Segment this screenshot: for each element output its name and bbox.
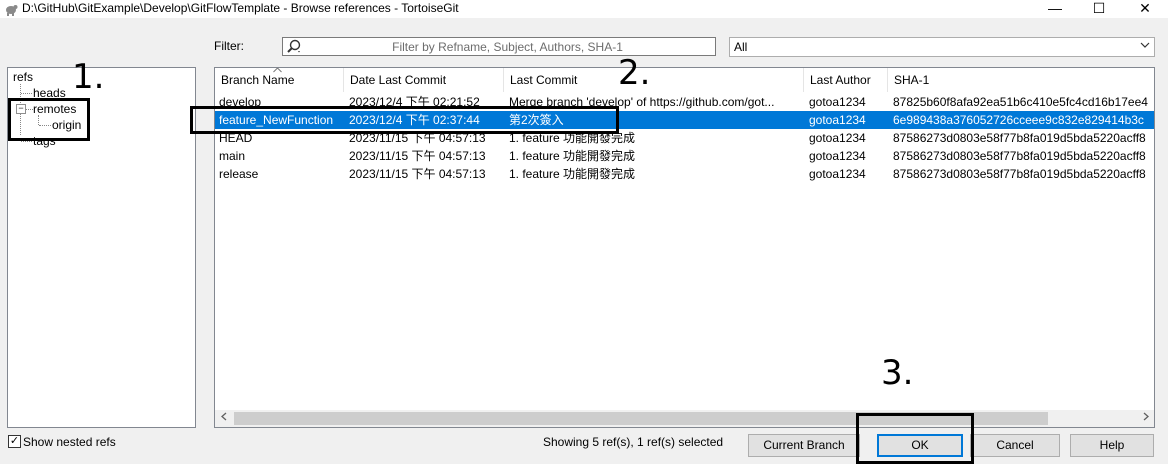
column-header-sha1[interactable]: SHA-1 xyxy=(888,68,1154,92)
cell-author: gotoa1234 xyxy=(809,95,866,109)
horizontal-scrollbar[interactable] xyxy=(215,410,1154,427)
filter-input[interactable] xyxy=(305,39,710,54)
cell-branch-name: release xyxy=(219,167,259,181)
column-header-date[interactable]: Date Last Commit xyxy=(344,68,504,92)
annotation-box-selected-row xyxy=(190,106,619,134)
table-row[interactable]: main 2023/11/15 下午 04:57:13 1. feature 功… xyxy=(215,147,1154,165)
scroll-right-icon[interactable] xyxy=(1137,410,1154,427)
current-branch-button[interactable]: Current Branch xyxy=(748,434,860,457)
chevron-down-icon xyxy=(1140,40,1150,53)
annotation-step-2: 2. xyxy=(618,53,651,93)
tortoisegit-icon xyxy=(4,2,18,16)
sort-ascending-icon xyxy=(273,68,282,76)
cell-author: gotoa1234 xyxy=(809,149,866,163)
column-header-last-commit[interactable]: Last Commit xyxy=(504,68,804,92)
column-header-label: Branch Name xyxy=(221,73,295,87)
filter-label: Filter: xyxy=(214,39,244,53)
cell-sha1: 6e989438a376052726cceee9c832e829414b3c xyxy=(893,113,1144,127)
show-nested-refs-label[interactable]: Show nested refs xyxy=(23,435,116,449)
show-nested-refs-checkbox[interactable]: ✓ xyxy=(8,435,21,448)
annotation-step-3: 3. xyxy=(881,353,914,393)
maximize-button[interactable]: ☐ xyxy=(1076,0,1122,18)
cell-author: gotoa1234 xyxy=(809,113,866,127)
title-bar: D:\GitHub\GitExample\Develop\GitFlowTemp… xyxy=(0,0,1168,18)
cell-branch-name: main xyxy=(219,149,246,163)
cell-sha1: 87825b60f8afa92ea51b6c410e5fc4cd16b17ee4 xyxy=(893,95,1148,109)
scroll-left-icon[interactable] xyxy=(215,410,232,427)
cell-author: gotoa1234 xyxy=(809,167,866,181)
cell-sha1: 87586273d0803e58f77b8fa019d5bda5220acff8 xyxy=(893,131,1146,145)
cell-sha1: 87586273d0803e58f77b8fa019d5bda5220acff8 xyxy=(893,167,1146,181)
help-button[interactable]: Help xyxy=(1070,434,1154,457)
tree-item-refs[interactable]: refs xyxy=(13,70,33,84)
cell-date: 2023/11/15 下午 04:57:13 xyxy=(349,167,486,181)
status-text: Showing 5 ref(s), 1 ref(s) selected xyxy=(543,435,724,449)
close-button[interactable]: ✕ xyxy=(1122,0,1168,18)
tree-connector xyxy=(21,93,32,94)
cell-author: gotoa1234 xyxy=(809,131,866,145)
minimize-button[interactable]: — xyxy=(1032,0,1078,18)
column-header-branch-name[interactable]: Branch Name xyxy=(215,68,344,92)
cell-sha1: 87586273d0803e58f77b8fa019d5bda5220acff8 xyxy=(893,149,1146,163)
column-header-last-author[interactable]: Last Author xyxy=(804,68,888,92)
cancel-button[interactable]: Cancel xyxy=(970,434,1060,457)
tree-connector xyxy=(21,141,32,142)
filter-field[interactable] xyxy=(282,37,716,56)
window-title: D:\GitHub\GitExample\Develop\GitFlowTemp… xyxy=(22,1,459,15)
filter-scope-select[interactable]: All xyxy=(729,37,1155,57)
filter-scope-value: All xyxy=(734,40,748,54)
cell-date: 2023/11/15 下午 04:57:13 xyxy=(349,149,486,163)
cell-last-commit: 1. feature 功能開發完成 xyxy=(509,167,636,181)
annotation-box-remotes xyxy=(8,98,90,141)
table-header: Branch Name Date Last Commit Last Commit… xyxy=(215,68,1154,92)
search-icon[interactable] xyxy=(286,39,302,54)
cell-last-commit: 1. feature 功能開發完成 xyxy=(509,149,636,163)
table-row[interactable]: release 2023/11/15 下午 04:57:13 1. featur… xyxy=(215,165,1154,183)
annotation-box-ok xyxy=(856,413,974,464)
annotation-step-1: 1. xyxy=(72,57,105,97)
